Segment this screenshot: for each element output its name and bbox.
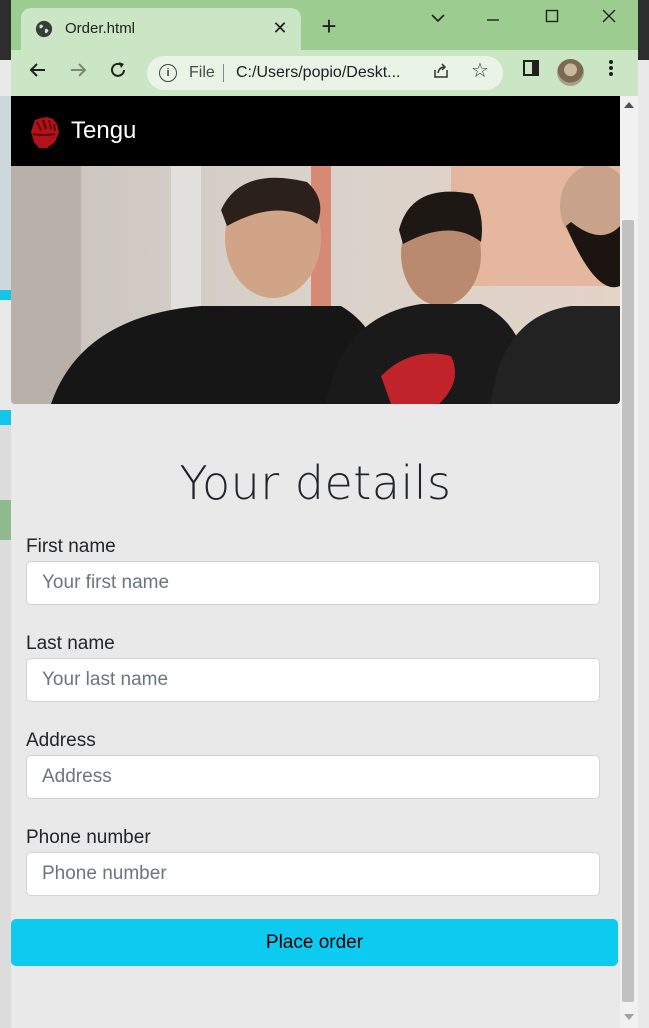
reload-icon[interactable] — [103, 58, 133, 88]
tab-title: Order.html — [65, 20, 136, 37]
last-name-input[interactable] — [26, 658, 600, 702]
menu-dots-icon[interactable] — [596, 58, 626, 88]
address-separator — [223, 64, 224, 82]
new-tab-button[interactable]: + — [316, 13, 342, 40]
forward-arrow-icon[interactable] — [63, 58, 93, 88]
page-viewport: Tengu Your details First name Your first… — [11, 96, 620, 1028]
address-input[interactable] — [26, 755, 600, 799]
browser-window: Order.html ✕ + i File C:/Users/popio/Des… — [11, 0, 638, 1028]
first-name-label: First name — [26, 536, 116, 557]
address-bar[interactable]: i File C:/Users/popio/Deskt... ☆ — [147, 56, 503, 90]
address-label: Address — [26, 730, 96, 751]
share-icon[interactable] — [431, 62, 451, 82]
form-heading: Your details — [179, 456, 452, 510]
first-name-input[interactable] — [26, 561, 600, 605]
site-navbar: Tengu — [11, 96, 620, 166]
side-panel-icon[interactable] — [516, 58, 546, 88]
desktop-background-right — [637, 0, 649, 1028]
scroll-down-arrow-icon[interactable] — [624, 1014, 634, 1020]
back-arrow-icon[interactable] — [23, 58, 53, 88]
brand-name[interactable]: Tengu — [71, 117, 136, 145]
scrollbar-thumb[interactable] — [622, 220, 634, 1002]
last-name-label: Last name — [26, 633, 115, 654]
page-scrollbar[interactable] — [620, 96, 638, 1028]
phone-number-input[interactable] — [26, 852, 600, 896]
fist-logo-icon[interactable] — [25, 112, 65, 152]
browser-toolbar: i File C:/Users/popio/Deskt... ☆ — [11, 50, 638, 96]
hero-image — [11, 166, 620, 404]
maximize-icon[interactable] — [532, 4, 572, 30]
close-window-icon[interactable] — [589, 4, 629, 30]
bookmark-star-icon[interactable]: ☆ — [469, 60, 491, 82]
close-tab-icon[interactable]: ✕ — [269, 17, 291, 39]
minimize-icon[interactable] — [473, 4, 513, 30]
browser-tab[interactable]: Order.html ✕ — [21, 8, 301, 50]
place-order-button[interactable]: Place order — [11, 919, 618, 966]
info-icon[interactable]: i — [159, 64, 177, 82]
scroll-up-arrow-icon[interactable] — [624, 102, 634, 108]
phone-number-label: Phone number — [26, 827, 151, 848]
address-scheme: File — [189, 64, 215, 81]
profile-avatar[interactable] — [557, 59, 584, 86]
address-url[interactable]: C:/Users/popio/Deskt... — [236, 64, 401, 82]
tab-search-icon[interactable] — [418, 4, 458, 30]
browser-titlebar: Order.html ✕ + — [11, 0, 638, 50]
globe-icon — [35, 20, 53, 38]
